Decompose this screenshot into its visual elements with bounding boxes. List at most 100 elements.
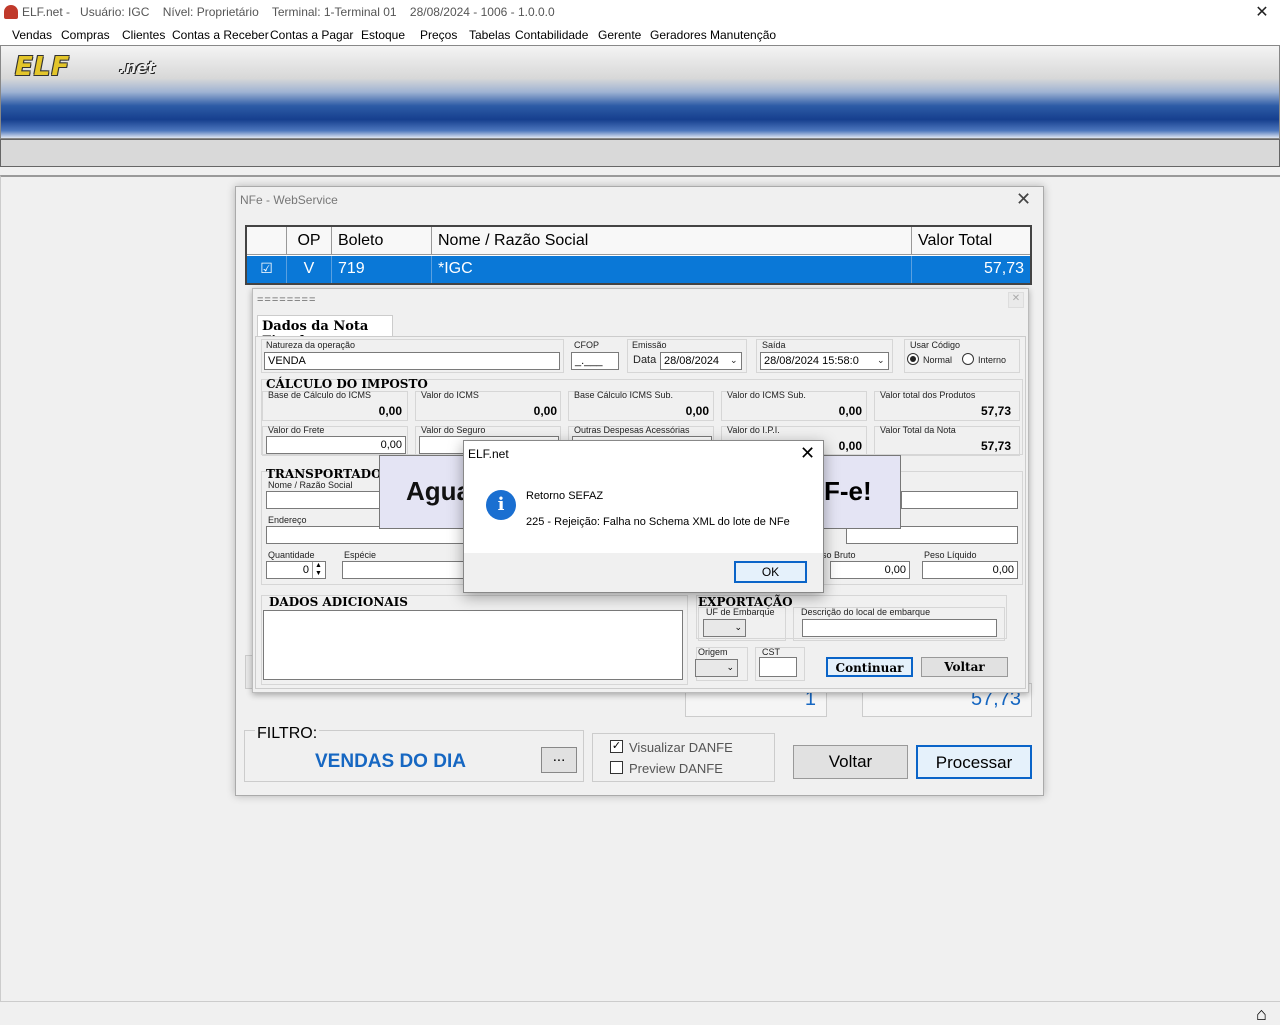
visualizar-danfe-label: Visualizar DANFE	[629, 740, 733, 755]
peso-bruto-input[interactable]: 0,00	[830, 561, 910, 579]
menu-contabilidade[interactable]: Contabilidade	[515, 28, 588, 42]
grid-header-nome[interactable]: Nome / Razão Social	[432, 227, 912, 255]
close-window-button[interactable]: ✕	[1016, 189, 1031, 210]
menu-contas-receber[interactable]: Contas a Receber	[172, 28, 269, 42]
menu-compras[interactable]: Compras	[61, 28, 110, 42]
app-titlebar: ELF.net - Usuário: IGC Nível: Proprietár…	[0, 0, 1280, 24]
filter-group: FILTRO: VENDAS DO DIA ...	[244, 725, 584, 782]
especie-input[interactable]	[342, 561, 467, 579]
filter-button[interactable]: ...	[541, 747, 577, 773]
cst-label: CST	[762, 647, 780, 657]
desc-embarque-label: Descrição do local de embarque	[801, 607, 931, 617]
cst-input[interactable]	[759, 657, 797, 677]
base-icms-sub-label: Base Cálculo ICMS Sub.	[574, 390, 674, 400]
waiting-text-right: F-e!	[824, 476, 872, 506]
frete-label: Valor do Frete	[268, 425, 325, 435]
base-icms-value: 0,00	[378, 404, 402, 418]
filter-label: FILTRO:	[255, 725, 320, 743]
normal-radio[interactable]	[907, 353, 919, 365]
uf-embarque-select[interactable]: ⌄	[703, 619, 746, 637]
total-produtos-label: Valor total dos Produtos	[880, 390, 976, 400]
notes-grid: OP Boleto Nome / Razão Social Valor Tota…	[245, 225, 1032, 285]
dialog-message: 225 - Rejeição: Falha no Schema XML do l…	[526, 516, 790, 528]
dialog-heading: Retorno SEFAZ	[526, 490, 604, 502]
desc-embarque-input[interactable]	[802, 619, 997, 637]
valor-icms-value: 0,00	[533, 404, 557, 418]
total-produtos-value: 57,73	[980, 404, 1011, 418]
window-title: NFe - WebService	[240, 193, 338, 207]
app-title: ELF.net - Usuário: IGC Nível: Proprietár…	[22, 5, 555, 19]
dialog-close-button[interactable]: ✕	[800, 443, 815, 464]
origem-label: Origem	[698, 647, 728, 657]
voltar-button[interactable]: Voltar	[793, 745, 908, 779]
row-checkbox[interactable]: ☑	[247, 256, 287, 283]
status-bar	[0, 1001, 1280, 1024]
peso-liquido-label: Peso Líquido	[924, 550, 977, 560]
voltar-nf-button[interactable]: Voltar	[921, 657, 1008, 677]
menu-manutencao[interactable]: Manutenção	[710, 28, 776, 42]
row-valor[interactable]: 57,73	[912, 256, 1030, 283]
especie-label: Espécie	[344, 550, 377, 560]
quantidade-label: Quantidade	[268, 550, 315, 560]
valor-icms-label: Valor do ICMS	[421, 390, 479, 400]
ok-button[interactable]: OK	[734, 561, 807, 583]
menu-geradores[interactable]: Geradores	[650, 28, 707, 42]
nota-fiscal-close-button[interactable]: ✕	[1008, 292, 1024, 308]
filter-value: VENDAS DO DIA	[315, 751, 466, 772]
normal-label: Normal	[923, 355, 953, 365]
tab-dados-nota-fiscal[interactable]: Dados da Nota Fiscal	[257, 315, 393, 349]
menu-clientes[interactable]: Clientes	[122, 28, 165, 42]
row-op[interactable]: V	[287, 256, 332, 283]
app-logo-icon	[4, 5, 18, 19]
menu-precos[interactable]: Preços	[420, 28, 457, 42]
elf-logo-suffix: .net	[119, 58, 155, 77]
dialog-footer: OK	[464, 553, 823, 592]
natureza-input[interactable]: VENDA	[264, 352, 560, 370]
row-boleto[interactable]: 719	[332, 256, 432, 283]
nota-fiscal-title: ========	[257, 294, 317, 306]
close-app-button[interactable]: ✕	[1250, 2, 1274, 22]
menu-estoque[interactable]: Estoque	[361, 28, 405, 42]
dados-adicionais-title: DADOS ADICIONAIS	[269, 595, 408, 609]
frete-input[interactable]: 0,00	[266, 436, 406, 454]
chevron-down-icon[interactable]: ⌄	[730, 355, 738, 366]
endereco-label: Endereço	[268, 515, 307, 525]
menu-bar: Vendas Compras Clientes Contas a Receber…	[0, 24, 1280, 45]
valor-icms-sub-label: Valor do ICMS Sub.	[727, 390, 806, 400]
row-nome[interactable]: *IGC	[432, 256, 912, 283]
base-icms-sub-value: 0,00	[685, 404, 709, 418]
grid-header-select[interactable]	[247, 227, 287, 255]
continuar-button[interactable]: Continuar	[826, 657, 913, 677]
base-icms-label: Base de Cálculo do ICMS	[268, 390, 372, 400]
message-dialog: ELF.net ✕ i Retorno SEFAZ 225 - Rejeição…	[463, 440, 824, 593]
grid-header-op[interactable]: OP	[287, 227, 332, 255]
menu-vendas[interactable]: Vendas	[12, 28, 52, 42]
processar-button[interactable]: Processar	[916, 745, 1032, 779]
peso-bruto-label: so Bruto	[822, 550, 856, 560]
preview-danfe-checkbox[interactable]	[610, 761, 623, 774]
dados-adicionais-textarea[interactable]	[263, 610, 683, 680]
grid-header-valor[interactable]: Valor Total	[912, 227, 1030, 255]
interno-radio[interactable]	[962, 353, 974, 365]
home-icon[interactable]: ⌂	[1256, 1004, 1267, 1025]
preview-danfe-label: Preview DANFE	[629, 761, 723, 776]
usar-codigo-label: Usar Código	[910, 340, 961, 350]
cfop-input[interactable]: _.___	[571, 352, 619, 370]
grid-header-boleto[interactable]: Boleto	[332, 227, 432, 255]
peso-liquido-input[interactable]: 0,00	[922, 561, 1018, 579]
saida-datetime-input[interactable]: 28/08/2024 15:58:0	[760, 352, 889, 370]
quantidade-spinner-icon[interactable]: ▲ ▼	[312, 562, 324, 578]
dialog-title: ELF.net	[468, 447, 509, 461]
menu-gerente[interactable]: Gerente	[598, 28, 641, 42]
menu-tabelas[interactable]: Tabelas	[469, 28, 510, 42]
valor-icms-sub-value: 0,00	[838, 404, 862, 418]
visualizar-danfe-checkbox[interactable]: ✓	[610, 740, 623, 753]
menu-contas-pagar[interactable]: Contas a Pagar	[270, 28, 353, 42]
outras-despesas-label: Outras Despesas Acessórias	[574, 425, 690, 435]
danfe-options: ✓ Visualizar DANFE Preview DANFE	[592, 733, 775, 782]
chevron-down-icon[interactable]: ⌄	[877, 355, 885, 366]
toolbar	[0, 139, 1280, 167]
interno-label: Interno	[978, 355, 1007, 365]
origem-select[interactable]: ⌄	[695, 659, 738, 677]
transportador-right-input[interactable]	[901, 491, 1018, 509]
